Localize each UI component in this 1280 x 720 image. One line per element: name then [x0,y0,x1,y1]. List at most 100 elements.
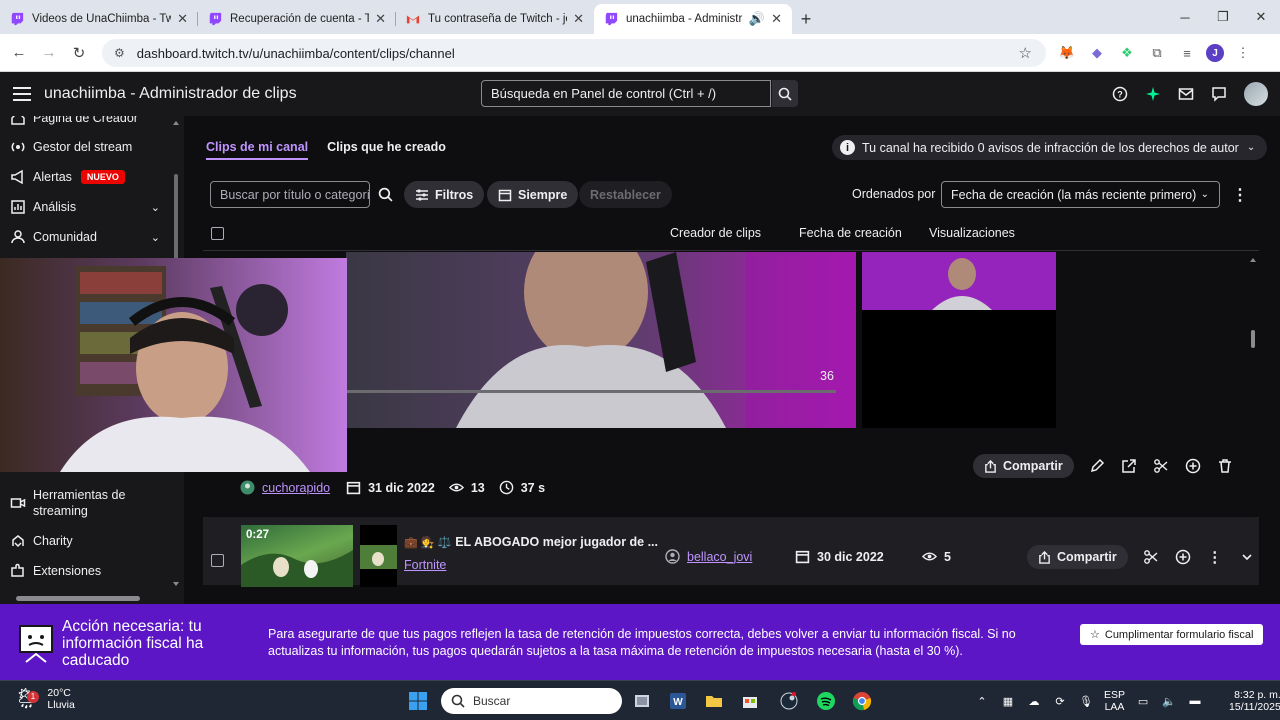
share-button[interactable]: Compartir [973,454,1074,478]
forward-icon[interactable]: → [34,44,64,61]
browser-menu-icon[interactable]: ⋮ [1232,42,1254,64]
whispers-icon[interactable] [1211,86,1227,102]
reload-icon[interactable]: ↻ [64,44,94,62]
volume-icon[interactable]: 🔈 [1161,693,1177,709]
column-header-views[interactable]: Visualizaciones [929,226,1015,240]
minimize-icon[interactable]: ─ [1166,0,1204,34]
store-icon[interactable] [740,691,760,711]
row-checkbox[interactable] [211,554,224,567]
sparkle-icon[interactable] [1145,86,1161,102]
hamburger-menu-icon[interactable] [0,87,44,101]
system-clock[interactable]: 8:32 p. m. 15/11/2025 [1229,689,1280,713]
select-all-checkbox[interactable] [211,227,224,240]
clip-creator-link[interactable]: cuchorapido [262,481,330,495]
site-settings-icon[interactable]: ⚙ [114,46,125,60]
app-tray-icon[interactable]: ▦ [1000,693,1016,709]
cloud-icon[interactable]: ☁ [1026,693,1042,709]
clip-thumbnail-secondary[interactable] [360,525,397,587]
clip-game-link[interactable]: Fortnite [404,558,446,572]
column-header-date[interactable]: Fecha de creación [799,226,902,240]
more-options-icon[interactable]: ⋮ [1206,548,1224,566]
preview-progress-bar[interactable] [346,390,836,393]
url-field[interactable]: ⚙ dashboard.twitch.tv/u/unachiimba/conte… [102,39,1046,67]
close-icon[interactable]: ✕ [375,11,386,27]
chevron-up-icon[interactable]: ⌃ [974,693,990,709]
close-window-icon[interactable]: ✕ [1242,0,1280,34]
chevron-down-icon[interactable] [1238,548,1256,566]
close-icon[interactable]: ✕ [573,11,584,27]
more-options-icon[interactable]: ⋮ [1232,185,1248,205]
copyright-notice[interactable]: i Tu canal ha recibido 0 avisos de infra… [832,135,1268,160]
weather-widget[interactable]: 🌦1 20°CLluvia [14,687,75,711]
speaker-icon[interactable]: 🔊 [749,11,765,27]
close-icon[interactable]: ✕ [771,11,782,27]
open-external-icon[interactable] [1120,457,1138,475]
metamask-icon[interactable]: 🦊 [1056,42,1078,64]
sidebar-item-extensions[interactable]: Extensiones [10,563,170,579]
chrome-icon[interactable] [852,691,872,711]
windows-start-icon[interactable] [408,691,428,711]
clip-creator-link[interactable]: bellaco_jovi [687,550,752,564]
sidebar-item-stream-manager[interactable]: Gestor del stream [10,139,170,155]
user-avatar[interactable] [1244,82,1268,106]
scissors-icon[interactable] [1142,548,1160,566]
browser-tab-4-active[interactable]: unachiimba - Administrador 🔊 ✕ [594,4,792,34]
sidebar-item-alerts[interactable]: Alertas NUEVO [10,169,170,185]
add-circle-icon[interactable] [1184,457,1202,475]
fill-tax-form-button[interactable]: ☆ Cumplimentar formulario fiscal [1080,624,1264,645]
browser-tab-3[interactable]: Tu contraseña de Twitch - jeiss ✕ [396,4,594,34]
edit-icon[interactable] [1088,457,1106,475]
add-circle-icon[interactable] [1174,548,1192,566]
sidebar-horizontal-scrollbar[interactable] [0,592,184,604]
time-range-button[interactable]: Siempre [487,181,579,208]
task-view-icon[interactable] [632,691,652,711]
sync-icon[interactable]: ⟳ [1052,693,1068,709]
new-tab-button[interactable]: + [792,4,820,34]
display-icon[interactable]: ▭ [1135,693,1151,709]
clip-search-input[interactable]: Buscar por título o categoría [210,181,370,208]
sort-select[interactable]: Fecha de creación (la más reciente prime… [941,181,1220,208]
clip-preview-video[interactable] [346,252,856,428]
filters-button[interactable]: Filtros [404,181,485,208]
reset-button[interactable]: Restablecer [579,181,672,208]
bookmark-star-icon[interactable]: ☆ [1019,44,1032,62]
extension-purple-icon[interactable]: ◆ [1086,42,1108,64]
sidebar-item-streaming-tools[interactable]: Herramientas de streaming [10,487,170,519]
sidebar-item-analytics[interactable]: Análisis ⌄ [10,199,170,215]
maximize-icon[interactable]: ❐ [1204,0,1242,34]
back-icon[interactable]: ← [4,44,34,61]
spotify-icon[interactable] [816,691,836,711]
close-icon[interactable]: ✕ [177,11,188,27]
profile-avatar[interactable]: J [1206,44,1224,62]
share-button[interactable]: Compartir [1027,545,1128,569]
browser-tab-2[interactable]: Recuperación de cuenta - Twitch ✕ [198,4,396,34]
dashboard-search-input[interactable]: Búsqueda en Panel de control (Ctrl + /) [481,80,771,107]
sidebar-item-community[interactable]: Comunidad ⌄ [10,229,170,245]
search-button[interactable] [772,80,798,107]
tab-my-created-clips[interactable]: Clips que he creado [327,140,446,160]
media-control-icon[interactable]: ≡ [1176,42,1198,64]
language-indicator[interactable]: ESP LAA [1104,689,1125,713]
browser-tab-1[interactable]: Videos de UnaChiimba - Twitch ✕ [0,4,198,34]
table-row[interactable]: 0:27 💼 🧑‍⚖️ ⚖️ EL ABOGADO mejor jugador d… [203,517,1259,587]
word-icon[interactable]: W [668,691,688,711]
clip-thumbnail[interactable]: 0:27 [241,525,353,587]
column-header-creator[interactable]: Creador de clips [670,226,761,240]
microphone-icon[interactable]: 🎙 [1078,693,1094,709]
puzzle-icon[interactable]: ⧉ [1146,42,1168,64]
steam-icon[interactable] [779,691,799,711]
battery-icon[interactable]: ▬ [1187,693,1203,709]
inbox-icon[interactable] [1178,86,1194,102]
help-icon[interactable]: ? [1112,86,1128,102]
tab-channel-clips[interactable]: Clips de mi canal [206,140,309,160]
trash-icon[interactable] [1216,457,1234,475]
sidebar-item-creator-page[interactable]: Página de Creador [10,116,170,126]
taskbar-search-input[interactable]: Buscar [441,688,622,714]
clip-preview-thumbnail[interactable] [862,252,1056,428]
clip-search-button[interactable] [373,181,397,208]
file-explorer-icon[interactable] [704,691,724,711]
sidebar-item-charity[interactable]: Charity [10,533,170,549]
extension-green-icon[interactable]: ❖ [1116,42,1138,64]
scissors-icon[interactable] [1152,457,1170,475]
clip-title[interactable]: 💼 🧑‍⚖️ ⚖️ EL ABOGADO mejor jugador de ... [404,535,658,549]
